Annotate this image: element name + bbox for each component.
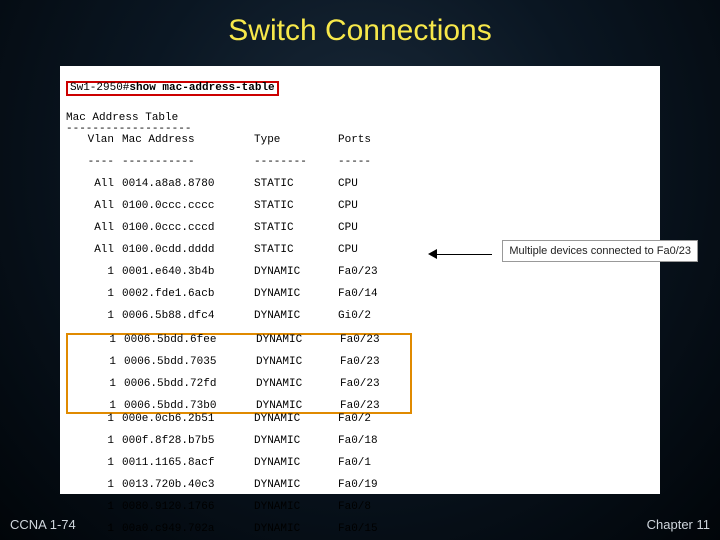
table-row: 10002.fde1.6acbDYNAMICFa0/14 [66,289,654,300]
footer-left: CCNA 1-74 [10,517,76,532]
command-box: Sw1-2950#show mac-address-table [66,81,279,96]
callout-arrow-line [436,254,492,255]
callout-box: Multiple devices connected to Fa0/23 [502,240,698,262]
column-header-underline: ---------------------------- [66,157,654,168]
shell-command: show mac-address-table [129,82,274,94]
table-row: 1000f.8f28.b7b5DYNAMICFa0/18 [66,436,654,447]
shell-prompt: Sw1-2950# [70,82,129,94]
footer-right: Chapter 11 [647,517,710,532]
table-row: 100a0.c949.702aDYNAMICFa0/15 [66,524,654,535]
table-row: 10006.5b88.dfc4DYNAMICGi0/2 [66,311,654,322]
table-row: 10001.e640.3b4bDYNAMICFa0/23 [66,267,654,278]
callout-arrow-head [428,249,437,259]
table-row: 10006.5bdd.7035DYNAMICFa0/23 [68,357,410,368]
column-headers: VlanMac AddressTypePorts [66,135,654,146]
highlighted-rows: 10006.5bdd.6feeDYNAMICFa0/23 10006.5bdd.… [66,333,412,414]
table-row: 10013.720b.40c3DYNAMICFa0/19 [66,480,654,491]
table-row: 10006.5bdd.72fdDYNAMICFa0/23 [68,379,410,390]
table-row: All0014.a8a8.8780STATICCPU [66,179,654,190]
table-row: 10080.9120.1766DYNAMICFa0/8 [66,502,654,513]
terminal-panel: Sw1-2950#show mac-address-table Mac Addr… [60,66,660,494]
table-row: All0100.0ccc.ccccSTATICCPU [66,201,654,212]
table-row: 10011.1165.8acfDYNAMICFa0/1 [66,458,654,469]
table-row: 10006.5bdd.6feeDYNAMICFa0/23 [68,335,410,346]
rows-after-highlight: 1000e.0cb6.2b51DYNAMICFa0/2 1000f.8f28.b… [66,414,654,540]
table-row: 1000e.0cb6.2b51DYNAMICFa0/2 [66,414,654,425]
terminal-output: Sw1-2950#show mac-address-table Mac Addr… [60,66,660,540]
table-row: All0100.0ccc.cccdSTATICCPU [66,223,654,234]
slide-title: Switch Connections [0,0,720,58]
table-row: 10006.5bdd.73b0DYNAMICFa0/23 [68,401,410,412]
